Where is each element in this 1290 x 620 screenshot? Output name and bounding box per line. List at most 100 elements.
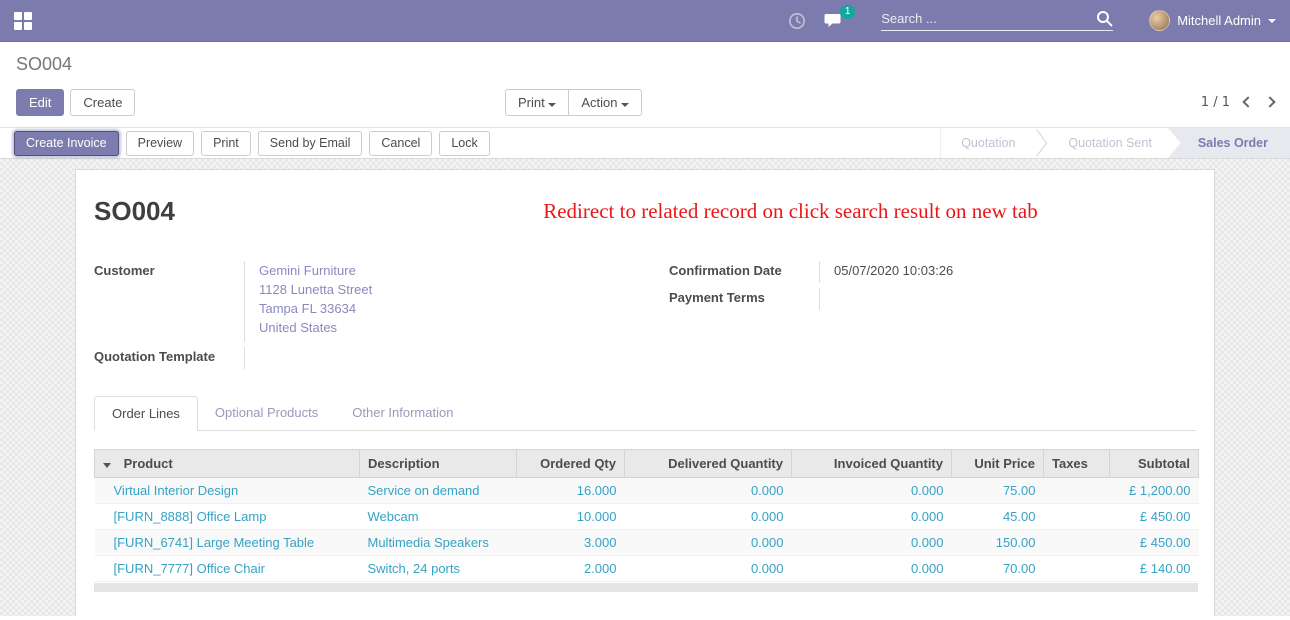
- cancel-button[interactable]: Cancel: [369, 131, 432, 156]
- cell-product: [FURN_6741] Large Meeting Table: [95, 530, 360, 556]
- cell-unit-price: 150.00: [952, 530, 1044, 556]
- step-separator-icon: [1035, 128, 1048, 158]
- cell-product: Virtual Interior Design: [95, 478, 360, 504]
- order-line-row[interactable]: [FURN_6741] Large Meeting Table Multimed…: [95, 530, 1199, 556]
- sale-order-sheet: SO004 Redirect to related record on clic…: [75, 169, 1215, 616]
- pager-next-icon[interactable]: [1264, 96, 1275, 107]
- cell-subtotal: £ 450.00: [1110, 504, 1199, 530]
- cell-description: Multimedia Speakers: [360, 530, 517, 556]
- user-menu[interactable]: Mitchell Admin: [1149, 10, 1276, 31]
- preview-button[interactable]: Preview: [126, 131, 194, 156]
- activities-clock-icon[interactable]: [788, 12, 806, 30]
- customer-value-link[interactable]: Gemini Furniture 1128 Lunetta Street Tam…: [244, 261, 621, 342]
- messages-count-badge: 1: [840, 5, 855, 19]
- chevron-down-icon: [548, 103, 556, 107]
- order-lines-table: Product Description Ordered Qty Delivere…: [94, 449, 1199, 582]
- apps-menu-icon[interactable]: [14, 12, 32, 30]
- create-button[interactable]: Create: [70, 89, 135, 116]
- tab-order-lines[interactable]: Order Lines: [94, 396, 198, 431]
- cell-subtotal: £ 450.00: [1110, 530, 1199, 556]
- search-input[interactable]: [881, 11, 1096, 26]
- quotation-template-field: Quotation Template: [94, 347, 621, 369]
- cell-delivered-qty: 0.000: [625, 504, 792, 530]
- user-name: Mitchell Admin: [1177, 13, 1261, 28]
- cell-taxes: [1044, 556, 1110, 582]
- cell-ordered-qty: 10.000: [517, 504, 625, 530]
- caret-down-icon[interactable]: [103, 463, 111, 468]
- order-line-row[interactable]: [FURN_7777] Office Chair Switch, 24 port…: [95, 556, 1199, 582]
- cell-product: [FURN_7777] Office Chair: [95, 556, 360, 582]
- lock-button[interactable]: Lock: [439, 131, 489, 156]
- print-button[interactable]: Print: [201, 131, 251, 156]
- notebook-tabs: Order Lines Optional Products Other Info…: [94, 396, 1196, 431]
- column-unit-price: Unit Price: [952, 450, 1044, 478]
- red-annotation-text: Redirect to related record on click sear…: [175, 199, 1196, 224]
- cell-subtotal: £ 1,200.00: [1110, 478, 1199, 504]
- send-by-email-button[interactable]: Send by Email: [258, 131, 363, 156]
- cell-description: Service on demand: [360, 478, 517, 504]
- pager-value: 1 / 1: [1201, 95, 1230, 110]
- chevron-down-icon: [621, 103, 629, 107]
- cell-unit-price: 75.00: [952, 478, 1044, 504]
- action-dropdown-button[interactable]: Action: [568, 89, 642, 116]
- control-panel: SO004 Edit Create Print Action 1 / 1: [0, 42, 1290, 127]
- search-icon[interactable]: [1096, 10, 1113, 27]
- confirmation-date-field: Confirmation Date 05/07/2020 10:03:26: [669, 261, 1196, 283]
- table-footer-bar: [94, 583, 1198, 592]
- status-steps: Quotation Quotation Sent Sales Order: [940, 128, 1290, 158]
- breadcrumb: SO004: [16, 54, 1274, 75]
- global-search: [881, 10, 1113, 31]
- status-step-quotation[interactable]: Quotation: [941, 128, 1035, 158]
- cell-ordered-qty: 2.000: [517, 556, 625, 582]
- cell-ordered-qty: 3.000: [517, 530, 625, 556]
- payment-terms-field: Payment Terms: [669, 288, 1196, 310]
- quotation-template-label: Quotation Template: [94, 347, 244, 369]
- cell-delivered-qty: 0.000: [625, 478, 792, 504]
- cell-unit-price: 45.00: [952, 504, 1044, 530]
- cell-unit-price: 70.00: [952, 556, 1044, 582]
- column-invoiced-quantity: Invoiced Quantity: [792, 450, 952, 478]
- navbar-systray: 1 Mitchell Admin: [788, 10, 1276, 31]
- top-navbar: 1 Mitchell Admin: [0, 0, 1290, 42]
- tab-other-information[interactable]: Other Information: [335, 396, 470, 431]
- create-invoice-button[interactable]: Create Invoice: [14, 131, 119, 156]
- cell-subtotal: £ 140.00: [1110, 556, 1199, 582]
- form-view-background: SO004 Redirect to related record on clic…: [0, 159, 1290, 616]
- cell-description: Switch, 24 ports: [360, 556, 517, 582]
- cell-ordered-qty: 16.000: [517, 478, 625, 504]
- cell-delivered-qty: 0.000: [625, 530, 792, 556]
- messages-icon[interactable]: 1: [824, 12, 845, 30]
- edit-button[interactable]: Edit: [16, 89, 64, 116]
- payment-terms-value: [819, 288, 1196, 310]
- pager-previous-icon[interactable]: [1242, 96, 1253, 107]
- cell-description: Webcam: [360, 504, 517, 530]
- column-product: Product: [95, 450, 360, 478]
- column-delivered-quantity: Delivered Quantity: [625, 450, 792, 478]
- confirmation-date-value: 05/07/2020 10:03:26: [819, 261, 1196, 283]
- cell-product: [FURN_8888] Office Lamp: [95, 504, 360, 530]
- confirmation-date-label: Confirmation Date: [669, 261, 819, 283]
- payment-terms-label: Payment Terms: [669, 288, 819, 310]
- cell-invoiced-qty: 0.000: [792, 478, 952, 504]
- quotation-template-value: [244, 347, 621, 369]
- tab-optional-products[interactable]: Optional Products: [198, 396, 335, 431]
- status-step-sales-order[interactable]: Sales Order: [1168, 128, 1290, 158]
- column-description: Description: [360, 450, 517, 478]
- customer-field: Customer Gemini Furniture 1128 Lunetta S…: [94, 261, 621, 342]
- user-avatar: [1149, 10, 1170, 31]
- print-dropdown-button[interactable]: Print: [505, 89, 569, 116]
- status-step-quotation-sent[interactable]: Quotation Sent: [1048, 128, 1171, 158]
- field-group: Customer Gemini Furniture 1128 Lunetta S…: [94, 261, 1196, 374]
- cell-invoiced-qty: 0.000: [792, 504, 952, 530]
- column-taxes: Taxes: [1044, 450, 1110, 478]
- order-line-row[interactable]: Virtual Interior Design Service on deman…: [95, 478, 1199, 504]
- cell-invoiced-qty: 0.000: [792, 556, 952, 582]
- control-panel-buttons-row: Edit Create Print Action 1 / 1: [16, 87, 1274, 117]
- cell-invoiced-qty: 0.000: [792, 530, 952, 556]
- order-line-row[interactable]: [FURN_8888] Office Lamp Webcam 10.000 0.…: [95, 504, 1199, 530]
- table-header-row: Product Description Ordered Qty Delivere…: [95, 450, 1199, 478]
- record-title: SO004: [94, 196, 175, 227]
- column-ordered-qty: Ordered Qty: [517, 450, 625, 478]
- column-subtotal: Subtotal: [1110, 450, 1199, 478]
- customer-label: Customer: [94, 261, 244, 342]
